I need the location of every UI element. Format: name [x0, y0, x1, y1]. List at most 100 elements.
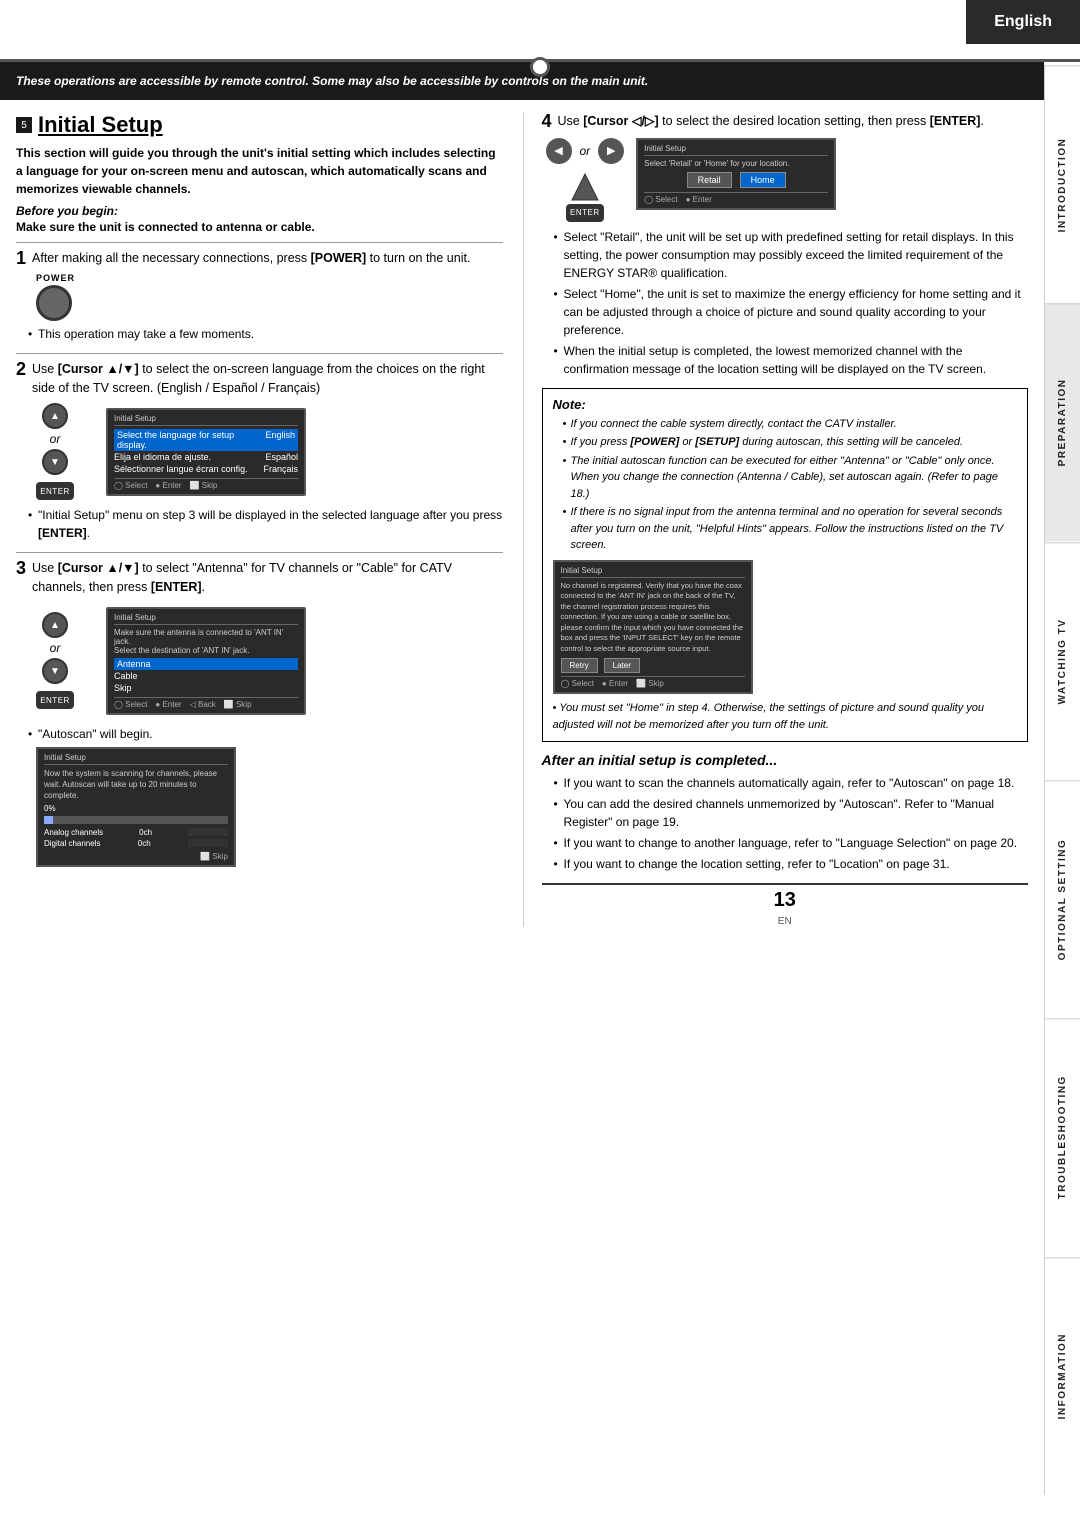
step-3-or-label: or: [50, 641, 61, 655]
screen-row-antenna: Antenna: [114, 658, 298, 670]
right-sidebar: INTRODUCTION PREPARATION WATCHING TV OPT…: [1044, 65, 1080, 1495]
power-button-area: POWER: [36, 273, 503, 321]
analog-bar: [188, 828, 228, 836]
note-title: Note:: [553, 397, 1018, 412]
top-circle-decoration: [530, 57, 550, 77]
step-3-remote-illustration: ▲ or ▼ ENTER Initial Setup Make sure the…: [36, 603, 503, 719]
retry-screen-area: Initial Setup No channel is registered. …: [553, 560, 1018, 695]
step-2-text: Use [Cursor ▲/▼] to select the on-screen…: [32, 360, 502, 398]
screen-3-footer: ◯ Select ● Enter ◁ Back ⬜ Skip: [114, 697, 298, 709]
section-intro: This section will guide you through the …: [16, 144, 503, 198]
nav-buttons-ud: ▲ or ▼ ENTER: [36, 403, 74, 500]
top-bar: English: [0, 0, 1080, 62]
sidebar-introduction: INTRODUCTION: [1045, 65, 1080, 303]
step-1-header: 1 After making all the necessary connect…: [16, 249, 503, 269]
after-setup-title: After an initial setup is completed...: [542, 752, 1029, 768]
note-item-1: If you connect the cable system directly…: [563, 416, 1018, 433]
screen-4-prompt: Select 'Retail' or 'Home' for your locat…: [644, 159, 828, 168]
step-1-text: After making all the necessary connectio…: [32, 249, 470, 268]
step-3-bullet: "Autoscan" will begin.: [28, 725, 503, 743]
progress-bar: [44, 816, 228, 824]
section-icon: 5: [21, 120, 27, 131]
power-button-icon: [36, 285, 72, 321]
digital-bar: [188, 839, 228, 847]
step-4: 4 Use [Cursor ◁/▷] to select the desired…: [542, 112, 1029, 378]
enter-arrow-icon: [570, 172, 600, 202]
section-title-area: 5 Initial Setup: [16, 112, 503, 138]
or-label-4: or: [580, 144, 591, 158]
intro-banner-text: These operations are accessible by remot…: [16, 74, 648, 88]
step-4-enter-area: ENTER: [566, 172, 604, 222]
retry-screen-text: No channel is registered. Verify that yo…: [561, 581, 745, 655]
step-3-screen: Initial Setup Make sure the antenna is c…: [106, 607, 306, 715]
screen-row-english: Select the language for setup display. E…: [114, 429, 298, 451]
note-item-2: If you press [POWER] or [SETUP] during a…: [563, 434, 1018, 451]
screen-row-cable: Cable: [114, 670, 298, 682]
lr-buttons: ◀ or ▶: [546, 138, 625, 164]
after-bullet-4: If you want to change the location setti…: [554, 855, 1029, 873]
step-1: 1 After making all the necessary connect…: [16, 249, 503, 343]
step-4-nav-buttons: ◀ or ▶ ENTER: [546, 138, 625, 222]
sidebar-watching-tv: WATCHING TV: [1045, 542, 1080, 780]
retry-button: Retry: [561, 658, 598, 673]
step-4-number: 4: [542, 112, 552, 132]
digital-label: Digital channels: [44, 839, 100, 848]
right-column: 4 Use [Cursor ◁/▷] to select the desired…: [523, 112, 1029, 927]
retail-button: Retail: [687, 172, 732, 188]
step-3-enter-button: ENTER: [36, 691, 74, 709]
analog-label: Analog channels: [44, 828, 103, 837]
divider-3: [16, 552, 503, 553]
step-4-text: Use [Cursor ◁/▷] to select the desired l…: [558, 112, 984, 131]
italic-note: • You must set "Home" in step 4. Otherwi…: [553, 700, 1018, 733]
step-4-header: 4 Use [Cursor ◁/▷] to select the desired…: [542, 112, 1029, 132]
before-begin-detail: Make sure the unit is connected to anten…: [16, 220, 503, 234]
sidebar-preparation: PREPARATION: [1045, 303, 1080, 541]
screen-2-title: Initial Setup: [114, 414, 298, 426]
step-3-header: 3 Use [Cursor ▲/▼] to select "Antenna" f…: [16, 559, 503, 597]
page-number: 13: [774, 889, 796, 911]
note-item-3: The initial autoscan function can be exe…: [563, 453, 1018, 503]
nav-down-button: ▼: [42, 449, 68, 475]
screen-3-subtitle: Make sure the antenna is connected to 'A…: [114, 628, 298, 655]
autoscan-footer: ⬜ Skip: [44, 852, 228, 861]
sidebar-troubleshooting: TROUBLESHOOTING: [1045, 1018, 1080, 1256]
intro-banner: These operations are accessible by remot…: [0, 62, 1044, 100]
step-2: 2 Use [Cursor ▲/▼] to select the on-scre…: [16, 360, 503, 543]
progress-bar-fill: [44, 816, 53, 824]
step-4-bullet-2: Select "Home", the unit is set to maximi…: [554, 285, 1029, 339]
analog-channel-row: Analog channels 0ch: [44, 827, 228, 838]
page-number-area: 13 EN: [542, 883, 1029, 927]
step-4-location-screen: Initial Setup Select 'Retail' or 'Home' …: [636, 138, 836, 210]
language-label: English: [994, 13, 1052, 31]
step-4-illustration: ◀ or ▶ ENTER Initial Setup: [546, 138, 1029, 222]
step-3-nav-down: ▼: [42, 658, 68, 684]
screen-row-skip: Skip: [114, 682, 298, 694]
step-3-number: 3: [16, 559, 26, 579]
digital-val: 0ch: [138, 839, 151, 848]
nav-left-button: ◀: [546, 138, 572, 164]
step-2-screen: Initial Setup Select the language for se…: [106, 408, 306, 496]
step-3: 3 Use [Cursor ▲/▼] to select "Antenna" f…: [16, 559, 503, 867]
location-buttons: Retail Home: [644, 172, 828, 188]
retry-screen: Initial Setup No channel is registered. …: [553, 560, 753, 695]
step-4-bullet-1: Select "Retail", the unit will be set up…: [554, 228, 1029, 282]
digital-channel-row: Digital channels 0ch: [44, 838, 228, 849]
autoscan-screen: Initial Setup Now the system is scanning…: [36, 747, 236, 868]
note-item-4: If there is no signal input from the ant…: [563, 504, 1018, 554]
note-box: Note: If you connect the cable system di…: [542, 388, 1029, 743]
sidebar-optional-setting: OPTIONAL SETTING: [1045, 780, 1080, 1018]
step-3-nav-buttons: ▲ or ▼ ENTER: [36, 612, 74, 709]
later-button: Later: [604, 658, 640, 673]
screen-3-title: Initial Setup: [114, 613, 298, 625]
enter-button: ENTER: [36, 482, 74, 500]
screen-row-francais: Sélectionner langue écran config. França…: [114, 463, 298, 475]
after-bullet-3: If you want to change to another languag…: [554, 834, 1029, 852]
screen-row-espanol: Elija el idioma de ajuste. Español: [114, 451, 298, 463]
sidebar-information: INFORMATION: [1045, 1257, 1080, 1495]
step-2-header: 2 Use [Cursor ▲/▼] to select the on-scre…: [16, 360, 503, 398]
step-4-enter-button: ENTER: [566, 204, 604, 222]
step-1-bullet: This operation may take a few moments.: [28, 325, 503, 343]
after-bullet-1: If you want to scan the channels automat…: [554, 774, 1029, 792]
left-column: 5 Initial Setup This section will guide …: [16, 112, 503, 927]
language-tab: English: [966, 0, 1080, 44]
